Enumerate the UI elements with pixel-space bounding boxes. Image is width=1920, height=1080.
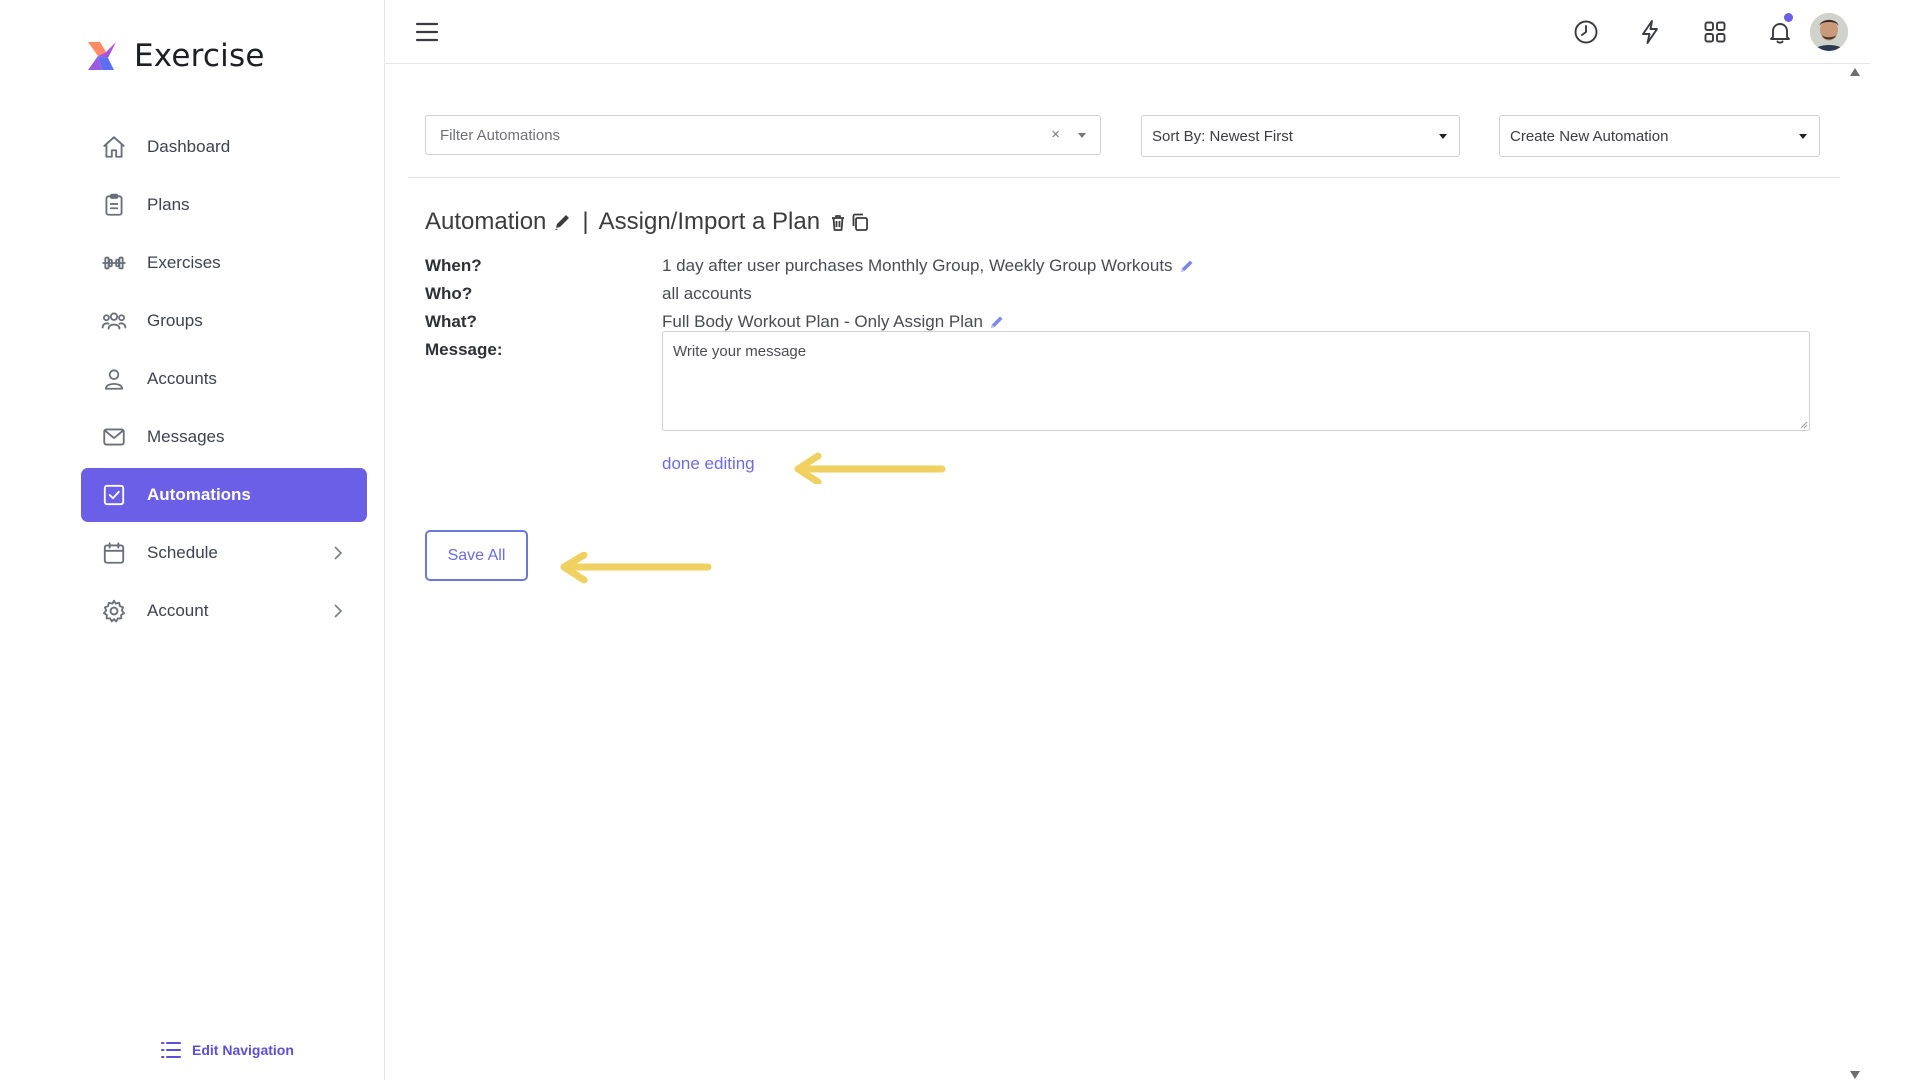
sidebar-item-label: Groups bbox=[147, 311, 203, 330]
create-new-automation-select[interactable]: Create New Automation bbox=[1499, 115, 1820, 157]
hamburger-icon[interactable] bbox=[415, 21, 439, 43]
resize-grip-icon[interactable] bbox=[1798, 419, 1808, 429]
sidebar-item-label: Account bbox=[147, 601, 209, 620]
bell-icon[interactable] bbox=[1766, 13, 1794, 46]
annotation-arrow-icon bbox=[794, 452, 946, 484]
user-icon bbox=[101, 366, 127, 392]
sort-by-label: Sort By: Newest First bbox=[1152, 128, 1293, 145]
filter-dropdown-caret-icon[interactable] bbox=[1078, 133, 1086, 138]
gear-icon bbox=[101, 598, 127, 624]
create-new-automation-label: Create New Automation bbox=[1510, 128, 1669, 145]
sidebar-item-label: Automations bbox=[147, 485, 251, 504]
sidebar-item-messages[interactable]: Messages bbox=[81, 410, 367, 464]
what-value: Full Body Workout Plan - Only Assign Pla… bbox=[662, 312, 983, 331]
clipboard-icon bbox=[101, 192, 127, 218]
dumbbell-icon bbox=[101, 250, 127, 276]
sidebar-item-automations[interactable]: Automations bbox=[81, 468, 367, 522]
sidebar-item-label: Plans bbox=[147, 195, 190, 214]
home-icon bbox=[101, 134, 127, 160]
caret-down-icon bbox=[1439, 134, 1447, 139]
sidebar-item-schedule[interactable]: Schedule bbox=[81, 526, 367, 580]
who-value: all accounts bbox=[662, 284, 752, 303]
copy-icon[interactable] bbox=[850, 211, 870, 233]
edit-pencil-icon[interactable] bbox=[552, 211, 572, 233]
caret-down-icon bbox=[1799, 134, 1807, 139]
sidebar-item-dashboard[interactable]: Dashboard bbox=[81, 120, 367, 174]
who-label: Who? bbox=[425, 284, 473, 303]
when-value-row: 1 day after user purchases Monthly Group… bbox=[662, 256, 1195, 276]
scroll-down-arrow[interactable] bbox=[1850, 1071, 1860, 1079]
automation-title-prefix: Automation bbox=[425, 208, 547, 235]
topbar bbox=[385, 0, 1870, 64]
filter-automations-input[interactable]: Filter Automations × bbox=[425, 115, 1101, 155]
sidebar-nav: Dashboard Plans Exercises Groups Account… bbox=[81, 120, 367, 642]
grid-icon[interactable] bbox=[1701, 18, 1729, 46]
trash-icon[interactable] bbox=[828, 211, 848, 233]
done-editing-link[interactable]: done editing bbox=[662, 454, 755, 474]
calendar-icon bbox=[101, 540, 127, 566]
edit-what-pencil-icon[interactable] bbox=[989, 314, 1005, 330]
mail-icon bbox=[101, 424, 127, 450]
when-label: When? bbox=[425, 256, 482, 275]
sidebar-item-accounts[interactable]: Accounts bbox=[81, 352, 367, 406]
save-all-button[interactable]: Save All bbox=[425, 530, 528, 581]
avatar[interactable] bbox=[1810, 13, 1848, 51]
sidebar-item-account[interactable]: Account bbox=[81, 584, 367, 638]
users-icon bbox=[101, 308, 127, 334]
message-label: Message: bbox=[425, 340, 503, 359]
clear-filter-button[interactable]: × bbox=[1051, 126, 1060, 143]
sidebar-item-label: Accounts bbox=[147, 369, 217, 388]
when-value: 1 day after user purchases Monthly Group… bbox=[662, 256, 1173, 275]
annotation-arrow-icon bbox=[560, 552, 712, 584]
scroll-up-arrow[interactable] bbox=[1850, 68, 1860, 76]
section-divider bbox=[408, 177, 1840, 178]
chevron-right-icon bbox=[331, 544, 345, 562]
sort-by-select[interactable]: Sort By: Newest First bbox=[1141, 115, 1460, 157]
sidebar-item-label: Messages bbox=[147, 427, 225, 446]
sidebar-item-plans[interactable]: Plans bbox=[81, 178, 367, 232]
chevron-right-icon bbox=[331, 602, 345, 620]
notification-dot bbox=[1784, 13, 1793, 22]
sidebar-item-label: Dashboard bbox=[147, 137, 231, 156]
clock-icon[interactable] bbox=[1572, 18, 1600, 46]
automation-name: Assign/Import a Plan bbox=[598, 208, 821, 235]
brand[interactable]: Exercise bbox=[84, 36, 265, 76]
sidebar: Exercise Dashboard Plans Exercises Group… bbox=[0, 0, 385, 1080]
what-value-row: Full Body Workout Plan - Only Assign Pla… bbox=[662, 312, 1005, 332]
sidebar-item-groups[interactable]: Groups bbox=[81, 294, 367, 348]
automation-title: Automation | Assign/Import a Plan bbox=[425, 208, 870, 236]
edit-navigation-label: Edit Navigation bbox=[192, 1042, 294, 1058]
brand-name: Exercise bbox=[134, 38, 265, 74]
sidebar-item-label: Exercises bbox=[147, 253, 221, 272]
who-value-row: all accounts bbox=[662, 284, 752, 304]
filter-placeholder: Filter Automations bbox=[440, 127, 561, 144]
sidebar-item-label: Schedule bbox=[147, 543, 218, 562]
brand-logo-icon bbox=[88, 42, 116, 70]
check-square-icon bbox=[101, 482, 127, 508]
message-textarea[interactable] bbox=[662, 331, 1810, 431]
sidebar-item-exercises[interactable]: Exercises bbox=[81, 236, 367, 290]
edit-when-pencil-icon[interactable] bbox=[1179, 258, 1195, 274]
avatar-image bbox=[1810, 13, 1848, 51]
list-icon bbox=[161, 1042, 181, 1058]
what-label: What? bbox=[425, 312, 477, 331]
edit-navigation-link[interactable]: Edit Navigation bbox=[160, 1040, 294, 1060]
lightning-icon[interactable] bbox=[1636, 18, 1664, 46]
title-separator: | bbox=[582, 208, 589, 235]
